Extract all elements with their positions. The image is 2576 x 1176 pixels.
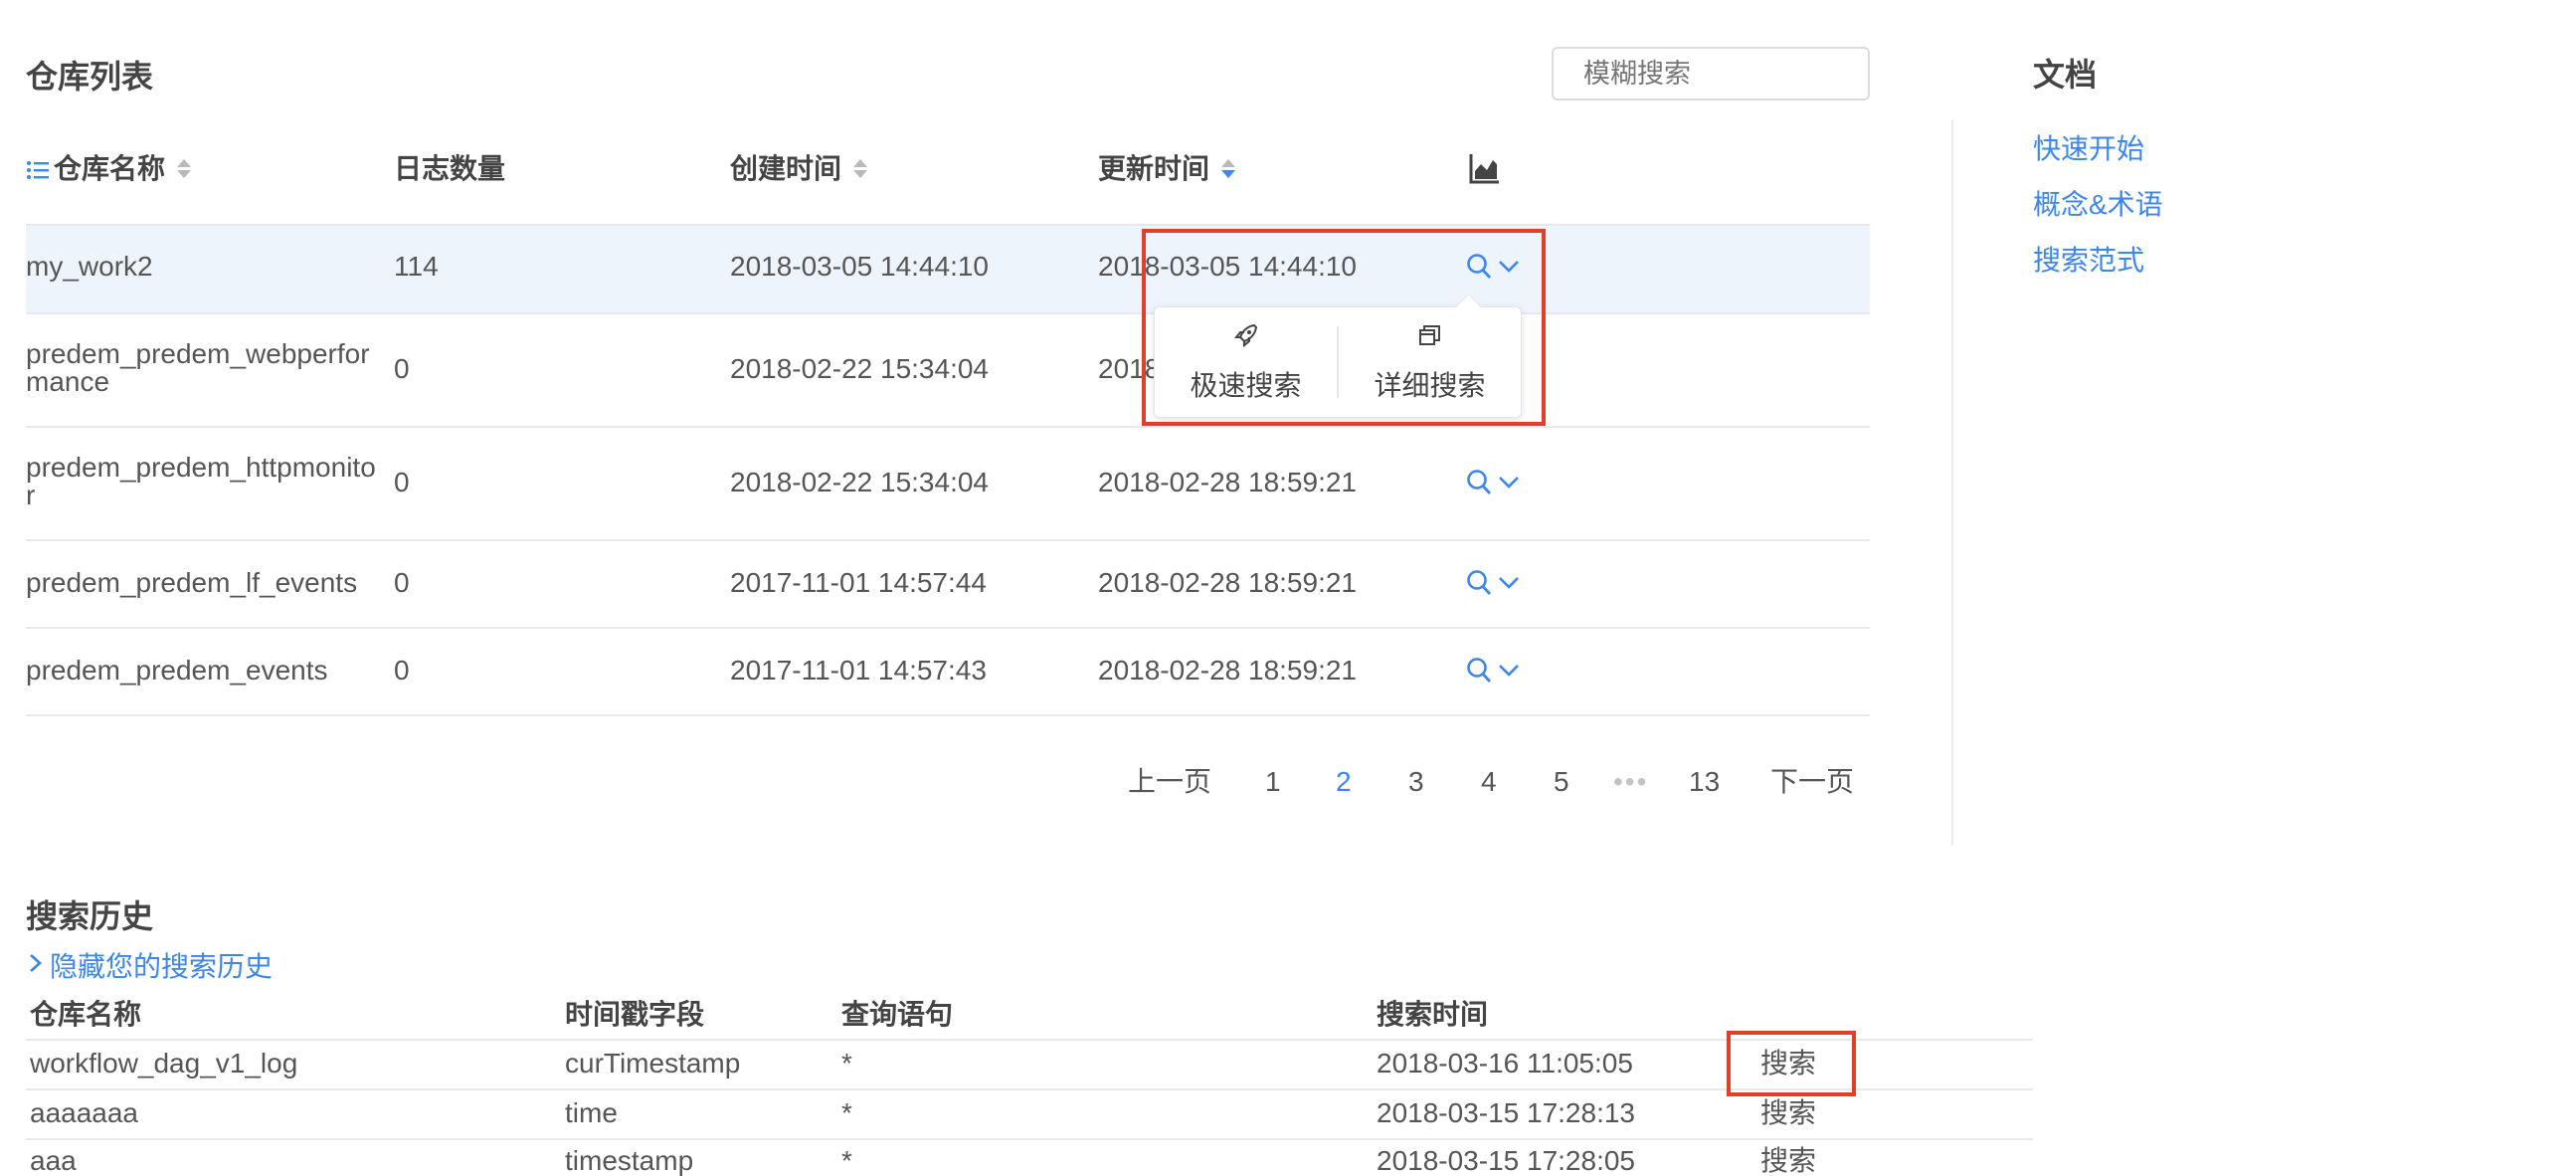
pagination-page[interactable]: 5 — [1554, 764, 1569, 800]
list-icon — [26, 153, 50, 189]
row-divider — [26, 1138, 2033, 1140]
docs-title: 文档 — [2033, 57, 2098, 93]
repo-name[interactable]: predem_predem_webperformance — [26, 340, 384, 396]
history-query: * — [841, 1097, 852, 1128]
doc-link-quick-start[interactable]: 快速开始 — [2033, 127, 2144, 167]
history-header-repo: 仓库名称 — [30, 999, 142, 1030]
row-divider — [26, 224, 1870, 226]
history-query: * — [841, 1145, 852, 1176]
updated-time: 2018-02-28 18:59:21 — [1098, 567, 1357, 598]
column-header-created[interactable]: 创建时间 — [730, 151, 868, 187]
hide-history-label: 隐藏您的搜索历史 — [50, 951, 274, 982]
updated-time: 2018-02-28 18:59:21 — [1098, 655, 1357, 686]
log-count: 0 — [394, 655, 410, 686]
row-divider — [26, 627, 1870, 629]
history-repo: aaaaaaa — [30, 1097, 139, 1128]
history-title: 搜索历史 — [26, 898, 154, 934]
log-count: 0 — [394, 353, 410, 384]
history-search-button[interactable]: 搜索 — [1760, 1146, 1816, 1176]
history-time: 2018-03-16 11:05:05 — [1377, 1048, 1633, 1078]
history-time: 2018-03-15 17:28:13 — [1377, 1097, 1635, 1128]
row-search-action[interactable] — [1466, 657, 1520, 685]
sort-icon[interactable] — [1221, 159, 1236, 179]
row-divider — [26, 312, 1870, 314]
fuzzy-search-input[interactable] — [1552, 47, 1870, 100]
history-ts-field: time — [565, 1097, 618, 1128]
column-header-updated[interactable]: 更新时间 — [1098, 151, 1236, 187]
history-time: 2018-03-15 17:28:05 — [1377, 1145, 1635, 1176]
log-count: 0 — [394, 467, 410, 497]
column-header-created-label: 创建时间 — [730, 153, 842, 184]
chevron-down-icon[interactable] — [1498, 575, 1520, 591]
history-ts-field: timestamp — [565, 1145, 694, 1176]
created-time: 2018-03-05 14:44:10 — [730, 251, 989, 282]
history-ts-field: curTimestamp — [565, 1048, 741, 1078]
annotation-highlight-box — [1142, 229, 1546, 426]
chart-icon[interactable] — [1468, 151, 1502, 190]
pagination-page[interactable]: 1 — [1265, 764, 1281, 800]
history-header-ts-field: 时间戳字段 — [565, 999, 705, 1030]
doc-link-concepts[interactable]: 概念&术语 — [2033, 183, 2163, 223]
sort-icon[interactable] — [177, 159, 192, 179]
repo-name[interactable]: predem_predem_lf_events — [26, 569, 357, 597]
pagination-page[interactable]: 13 — [1689, 764, 1720, 800]
chevron-right-icon — [28, 949, 44, 981]
chevron-down-icon[interactable] — [1498, 663, 1520, 679]
column-header-name[interactable]: 仓库名称 — [26, 151, 192, 189]
pagination-next[interactable]: 下一页 — [1770, 764, 1854, 800]
annotation-highlight-box — [1727, 1031, 1856, 1096]
history-header-query: 查询语句 — [841, 999, 954, 1030]
row-search-action[interactable] — [1466, 469, 1520, 496]
created-time: 2018-02-22 15:34:04 — [730, 353, 989, 384]
doc-link-search-paradigm[interactable]: 搜索范式 — [2033, 239, 2144, 279]
history-repo: aaa — [30, 1145, 77, 1176]
repo-name[interactable]: predem_predem_events — [26, 657, 328, 685]
column-header-name-label: 仓库名称 — [54, 153, 166, 184]
repo-name[interactable]: predem_predem_httpmonitor — [26, 454, 384, 509]
history-search-button[interactable]: 搜索 — [1760, 1098, 1816, 1128]
repo-name[interactable]: my_work2 — [26, 253, 153, 281]
column-header-log-count: 日志数量 — [394, 153, 506, 184]
row-divider — [26, 714, 1870, 716]
created-time: 2017-11-01 14:57:43 — [730, 655, 987, 686]
log-count: 114 — [394, 251, 439, 282]
search-icon[interactable] — [1466, 469, 1492, 496]
repo-list-title: 仓库列表 — [26, 59, 154, 95]
pagination-page[interactable]: 3 — [1408, 764, 1424, 800]
pagination-page-current[interactable]: 2 — [1336, 764, 1352, 800]
search-icon[interactable] — [1466, 569, 1492, 597]
sidebar-divider — [1951, 119, 1953, 846]
column-header-updated-label: 更新时间 — [1098, 153, 1210, 184]
pagination-page[interactable]: 4 — [1481, 764, 1497, 800]
sort-icon[interactable] — [853, 159, 868, 179]
history-header-time: 搜索时间 — [1377, 999, 1489, 1030]
history-query: * — [841, 1048, 852, 1078]
log-count: 0 — [394, 567, 410, 598]
search-icon[interactable] — [1466, 657, 1492, 685]
row-divider — [26, 539, 1870, 541]
pagination-prev[interactable]: 上一页 — [1128, 764, 1211, 800]
chevron-down-icon[interactable] — [1498, 475, 1520, 490]
history-repo: workflow_dag_v1_log — [30, 1048, 298, 1078]
pagination-ellipsis[interactable]: ••• — [1613, 764, 1648, 800]
hide-history-toggle[interactable]: 隐藏您的搜索历史 — [28, 945, 273, 985]
row-divider — [26, 426, 1870, 428]
row-search-action[interactable] — [1466, 569, 1520, 597]
created-time: 2017-11-01 14:57:44 — [730, 567, 987, 598]
created-time: 2018-02-22 15:34:04 — [730, 467, 989, 497]
updated-time: 2018-02-28 18:59:21 — [1098, 467, 1357, 497]
